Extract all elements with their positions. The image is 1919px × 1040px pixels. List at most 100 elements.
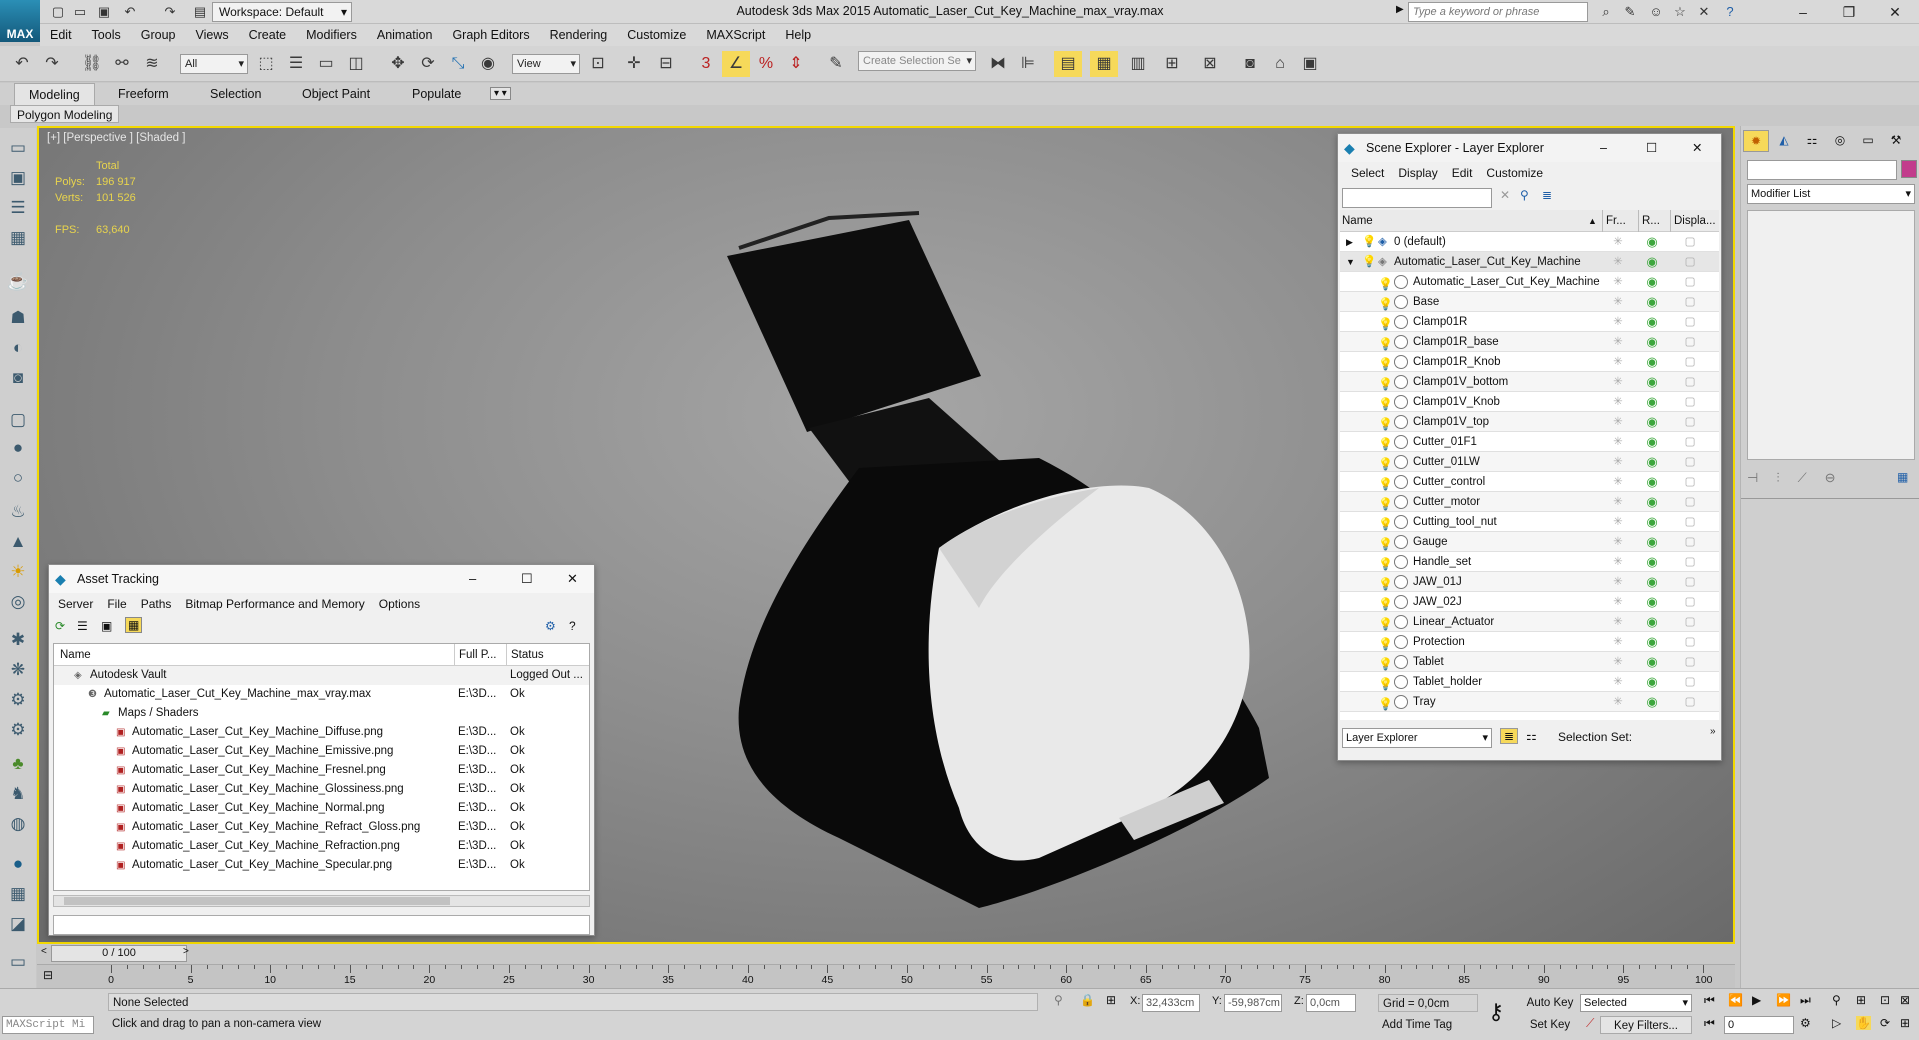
bulb-icon[interactable]: 💡: [1378, 474, 1393, 494]
render-icon[interactable]: ◉: [1638, 692, 1666, 712]
placement-icon[interactable]: ◉: [474, 51, 502, 77]
layers-icon[interactable]: ≣: [1500, 728, 1519, 744]
play-icon[interactable]: ▶: [1752, 993, 1761, 1007]
mini-curve-editor-icon[interactable]: ⊟: [43, 968, 53, 982]
object-row[interactable]: 💡 Cutter_01LW ✳ ◉ ▢: [1340, 452, 1719, 472]
freeze-icon[interactable]: ✳: [1600, 292, 1636, 312]
display-icon[interactable]: ▢: [1670, 552, 1710, 572]
modifier-list-dropdown[interactable]: Modifier List ▾: [1747, 184, 1915, 204]
layers-icon[interactable]: ≣: [1542, 188, 1552, 202]
render-icon[interactable]: ◉: [1638, 332, 1666, 352]
menu-server[interactable]: Server: [51, 593, 100, 615]
viewport-icon[interactable]: ▣: [4, 164, 32, 192]
chevron-right-icon[interactable]: ▶: [1396, 4, 1404, 15]
tab-modeling[interactable]: Modeling: [14, 83, 95, 105]
pan-view-icon[interactable]: ✋: [1856, 1016, 1871, 1030]
key-mode-dropdown[interactable]: Selected ▾: [1580, 994, 1692, 1012]
sound-icon[interactable]: ◐: [4, 334, 32, 362]
percent-snap-icon[interactable]: %: [752, 51, 780, 77]
rendered-frame-window-icon[interactable]: ▣: [1296, 51, 1324, 77]
asset-row[interactable]: ◈ Autodesk Vault Logged Out ...: [54, 666, 589, 685]
render-setup-icon[interactable]: ⌂: [1266, 51, 1294, 77]
light-icon[interactable]: ☀: [4, 558, 32, 586]
selection-filter-dropdown[interactable]: All ▾: [180, 54, 248, 74]
display-icon[interactable]: ▢: [1670, 392, 1710, 412]
freeze-icon[interactable]: ✳: [1600, 352, 1636, 372]
render-icon[interactable]: ◉: [1638, 672, 1666, 692]
bulb-icon[interactable]: 💡: [1378, 394, 1393, 414]
keyboard-shortcut-override-icon[interactable]: ⊟: [652, 51, 680, 77]
asset-row[interactable]: ▣ Automatic_Laser_Cut_Key_Machine_Specula…: [54, 856, 589, 875]
column-render[interactable]: R...: [1638, 210, 1660, 232]
render-icon[interactable]: ◉: [1638, 452, 1666, 472]
bulb-icon[interactable]: 💡: [1378, 574, 1393, 594]
help-icon[interactable]: ?: [1720, 2, 1740, 22]
bulb-icon[interactable]: 💡: [1378, 534, 1393, 554]
object-row[interactable]: 💡 JAW_02J ✳ ◉ ▢: [1340, 592, 1719, 612]
bulb-icon[interactable]: 💡: [1378, 294, 1393, 314]
bulb-icon[interactable]: 💡: [1378, 554, 1393, 574]
object-row[interactable]: 💡 Clamp01V_Knob ✳ ◉ ▢: [1340, 392, 1719, 412]
redo-icon[interactable]: ↷: [160, 2, 180, 22]
display-icon[interactable]: ▢: [1670, 472, 1710, 492]
bulb-icon[interactable]: 💡: [1378, 374, 1393, 394]
scale-icon[interactable]: ⤡: [444, 51, 472, 77]
freeze-icon[interactable]: ✳: [1600, 532, 1636, 552]
select-manipulate-icon[interactable]: ✛: [620, 51, 648, 77]
app-logo[interactable]: MAX: [0, 0, 40, 42]
render-icon[interactable]: ◉: [1638, 432, 1666, 452]
layer-name[interactable]: 0 (default): [1394, 232, 1446, 252]
zoom-extents-icon[interactable]: ⊡: [1880, 993, 1890, 1007]
render-icon[interactable]: ◉: [1638, 392, 1666, 412]
display-icon[interactable]: ▢: [1670, 492, 1710, 512]
next-frame-icon[interactable]: >: [183, 946, 189, 957]
rectangular-selection-icon[interactable]: ▭: [312, 51, 340, 77]
asset-row[interactable]: ▰ Maps / Shaders: [54, 704, 589, 723]
asset-row[interactable]: ▣ Automatic_Laser_Cut_Key_Machine_Refract…: [54, 818, 589, 837]
object-row[interactable]: 💡 Cutter_01F1 ✳ ◉ ▢: [1340, 432, 1719, 452]
previous-frame-icon[interactable]: <: [41, 946, 47, 957]
column-name[interactable]: Name: [60, 644, 91, 666]
new-file-icon[interactable]: ▢: [48, 2, 68, 22]
spinner-snap-icon[interactable]: ⇕: [782, 51, 810, 77]
bulb-icon[interactable]: 💡: [1378, 594, 1393, 614]
freeze-icon[interactable]: ✳: [1600, 612, 1636, 632]
render-icon[interactable]: ◉: [1638, 592, 1666, 612]
undo-icon[interactable]: ↶: [8, 51, 36, 77]
freeze-icon[interactable]: ✳: [1600, 272, 1636, 292]
display-icon[interactable]: ▢: [1670, 572, 1710, 592]
render-icon[interactable]: ◉: [1638, 412, 1666, 432]
configure-sets-icon[interactable]: ▦: [1897, 470, 1908, 484]
object-row[interactable]: 💡 Tray ✳ ◉ ▢: [1340, 692, 1719, 712]
render-icon[interactable]: ◉: [1638, 352, 1666, 372]
track-bar[interactable]: ⊟ 0 5 10 15 20 25 30 35 40 45 50 55 60 65 70 75 80 85 90 95…: [37, 964, 1735, 988]
viewport-label[interactable]: [+] [Perspective ] [Shaded ]: [47, 132, 185, 144]
render-icon[interactable]: ◉: [1638, 632, 1666, 652]
display-icon[interactable]: ▢: [1670, 372, 1710, 392]
column-full-path[interactable]: Full P...: [454, 644, 497, 666]
layer-explorer-icon[interactable]: ▦: [1090, 51, 1118, 77]
freeze-icon[interactable]: ✳: [1600, 652, 1636, 672]
material-editor-icon[interactable]: ◙: [1236, 51, 1264, 77]
menu-edit[interactable]: Edit: [40, 24, 82, 46]
bulb-icon[interactable]: 💡: [1378, 434, 1393, 454]
menu-animation[interactable]: Animation: [367, 24, 443, 46]
freeze-icon[interactable]: ✳: [1600, 492, 1636, 512]
freeze-icon[interactable]: ✳: [1600, 692, 1636, 712]
render-icon[interactable]: ◉: [1638, 292, 1666, 312]
bulb-icon[interactable]: 💡: [1378, 654, 1393, 674]
project-folder-icon[interactable]: ▤: [190, 2, 210, 22]
object-row[interactable]: 💡 Base ✳ ◉ ▢: [1340, 292, 1719, 312]
object-row[interactable]: 💡 JAW_01J ✳ ◉ ▢: [1340, 572, 1719, 592]
menu-paths[interactable]: Paths: [134, 593, 179, 615]
sphere-icon[interactable]: ●: [4, 434, 32, 462]
freeze-icon[interactable]: ✳: [1600, 572, 1636, 592]
pivot-center-icon[interactable]: ⊡: [584, 51, 612, 77]
dynamics-icon[interactable]: ⚙: [4, 686, 32, 714]
render-icon[interactable]: ◉: [1638, 612, 1666, 632]
star-icon[interactable]: ☆: [1670, 2, 1690, 22]
time-configuration-icon[interactable]: ⚙: [1800, 1016, 1811, 1030]
edit-named-selection-icon[interactable]: ✎: [822, 51, 850, 77]
filter-icon[interactable]: ⚲: [1520, 188, 1529, 202]
render-icon[interactable]: ▦: [4, 880, 32, 908]
